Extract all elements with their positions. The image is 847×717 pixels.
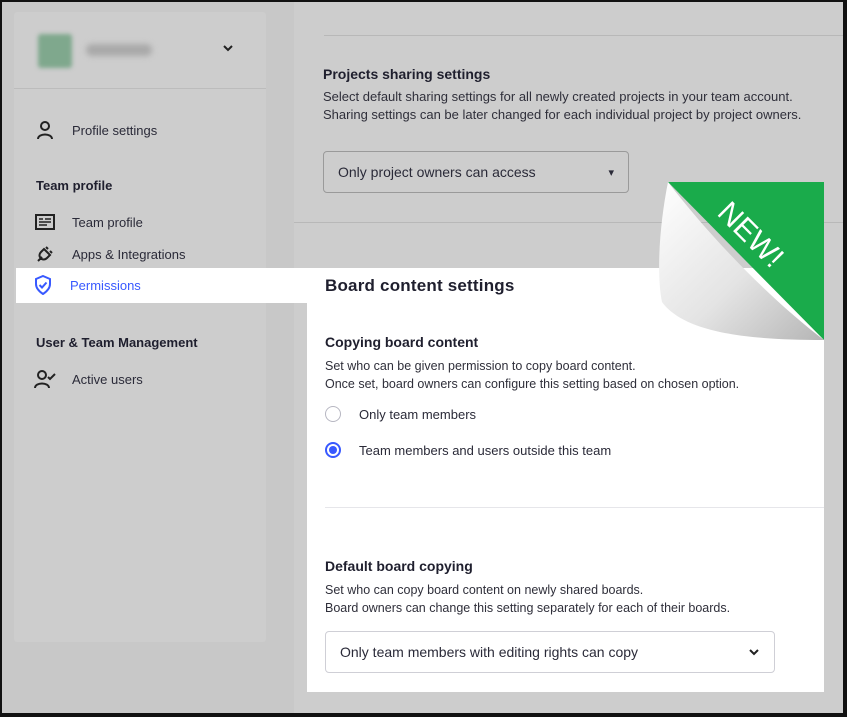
sidebar-item-permissions[interactable]: Permissions (32, 273, 141, 297)
avatar (38, 34, 72, 68)
user-icon (34, 119, 56, 141)
projects-sharing-desc-2: Sharing settings can be later changed fo… (323, 107, 802, 122)
projects-sharing-select[interactable]: Only project owners can access ▾ (323, 151, 629, 193)
sidebar-item-label: Active users (72, 371, 143, 387)
default-copying-desc-1: Set who can copy board content on newly … (325, 583, 644, 597)
default-board-copying-select[interactable]: Only team members with editing rights ca… (325, 631, 775, 673)
radio-only-team-members[interactable]: Only team members (325, 406, 476, 422)
radio-label: Team members and users outside this team (359, 442, 612, 458)
default-board-copying-title: Default board copying (325, 558, 473, 574)
radio-button[interactable] (325, 406, 341, 422)
section-heading-team-profile: Team profile (36, 178, 113, 193)
divider (324, 35, 843, 36)
user-check-icon (34, 368, 56, 390)
sidebar-item-label: Team profile (72, 214, 143, 230)
radio-team-and-outside-users[interactable]: Team members and users outside this team (325, 442, 611, 458)
radio-button-selected[interactable] (325, 442, 341, 458)
new-badge: NEW! (654, 182, 824, 342)
shield-check-icon (32, 274, 54, 296)
chevron-down-icon: ▾ (608, 166, 614, 179)
section-heading-user-team-management: User & Team Management (36, 335, 198, 350)
projects-sharing-desc-1: Select default sharing settings for all … (323, 89, 793, 104)
sidebar-item-active-users[interactable]: Active users (34, 367, 143, 391)
projects-sharing-select-value: Only project owners can access (338, 164, 536, 180)
radio-label: Only team members (359, 406, 477, 422)
sidebar-item-label: Profile settings (72, 122, 158, 138)
sidebar-item-apps-integrations[interactable]: Apps & Integrations (34, 242, 185, 266)
projects-sharing-title: Projects sharing settings (323, 66, 491, 82)
chevron-down-icon[interactable] (222, 42, 234, 56)
sidebar: Profile settings Team profile Team profi… (14, 12, 266, 642)
default-copying-select-value: Only team members with editing rights ca… (340, 644, 639, 660)
plug-icon (34, 243, 56, 265)
copying-desc-2: Once set, board owners can configure thi… (325, 377, 740, 391)
sidebar-item-label: Apps & Integrations (72, 246, 186, 262)
chevron-down-icon (748, 644, 760, 660)
copying-board-content-title: Copying board content (325, 334, 479, 350)
sidebar-item-label: Permissions (70, 277, 141, 293)
id-card-icon (34, 211, 56, 233)
team-name-redacted (86, 44, 152, 56)
board-content-title: Board content settings (325, 276, 515, 295)
team-switcher[interactable] (14, 12, 266, 89)
sidebar-item-profile-settings[interactable]: Profile settings (34, 118, 157, 142)
default-copying-desc-2: Board owners can change this setting sep… (325, 601, 731, 615)
copying-desc-1: Set who can be given permission to copy … (325, 359, 636, 373)
divider (325, 507, 824, 508)
sidebar-item-team-profile[interactable]: Team profile (34, 210, 143, 234)
app-window: Projects sharing settings Select default… (2, 2, 843, 713)
